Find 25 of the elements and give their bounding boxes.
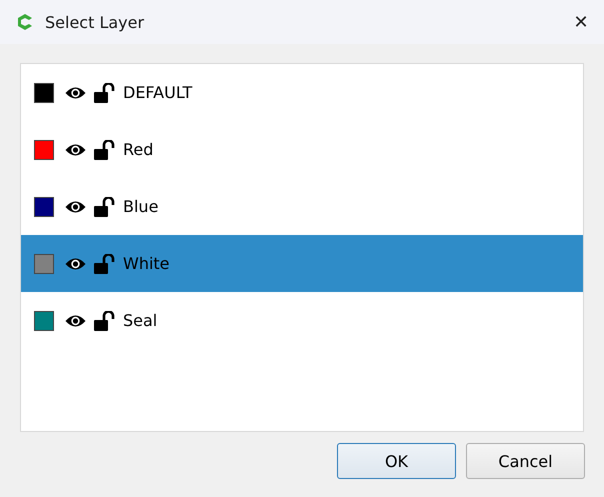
- layer-name: White: [123, 254, 170, 273]
- unlocked-padlock-icon: [94, 82, 115, 102]
- layer-row[interactable]: White: [21, 235, 583, 292]
- layer-name: Seal: [123, 311, 158, 330]
- close-button[interactable]: ✕: [558, 0, 604, 44]
- eye-icon: [65, 256, 86, 270]
- window-title: Select Layer: [45, 12, 146, 32]
- eye-icon: [65, 142, 86, 156]
- cancel-button[interactable]: Cancel: [466, 443, 585, 479]
- unlocked-padlock-icon: [94, 196, 115, 216]
- layer-row[interactable]: DEFAULT: [21, 64, 583, 121]
- layer-row[interactable]: Red: [21, 121, 583, 178]
- layer-name: DEFAULT: [123, 83, 192, 102]
- layer-row[interactable]: Seal: [21, 292, 583, 349]
- ok-button[interactable]: OK: [337, 443, 456, 479]
- eye-icon: [65, 200, 86, 214]
- eye-icon: [65, 314, 86, 328]
- layer-name: Red: [123, 140, 154, 159]
- unlocked-padlock-icon: [94, 254, 115, 274]
- eye-icon: [65, 86, 86, 100]
- unlocked-padlock-icon: [94, 140, 115, 160]
- layer-name: Blue: [123, 197, 158, 216]
- layer-row[interactable]: Blue: [21, 178, 583, 235]
- app-logo-icon: [16, 13, 34, 31]
- unlocked-padlock-icon: [94, 310, 115, 330]
